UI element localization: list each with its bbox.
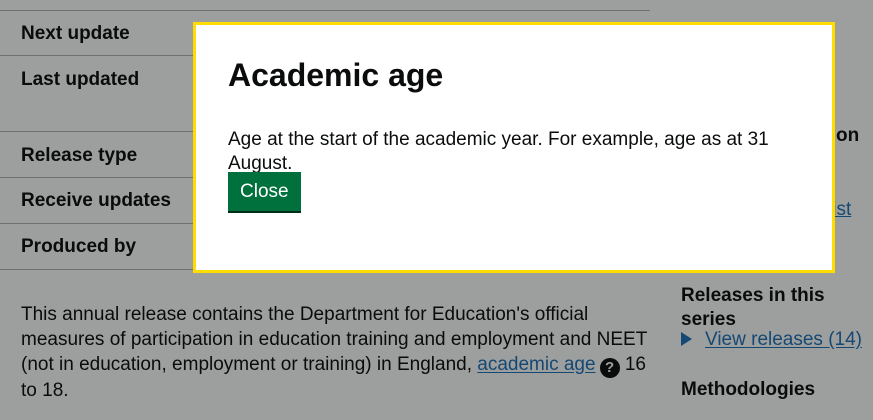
modal-title: Academic age xyxy=(228,57,444,93)
academic-age-modal: Academic age Age at the start of the aca… xyxy=(193,22,835,273)
close-button[interactable]: Close xyxy=(228,172,301,211)
modal-description: Age at the start of the academic year. F… xyxy=(228,129,769,174)
